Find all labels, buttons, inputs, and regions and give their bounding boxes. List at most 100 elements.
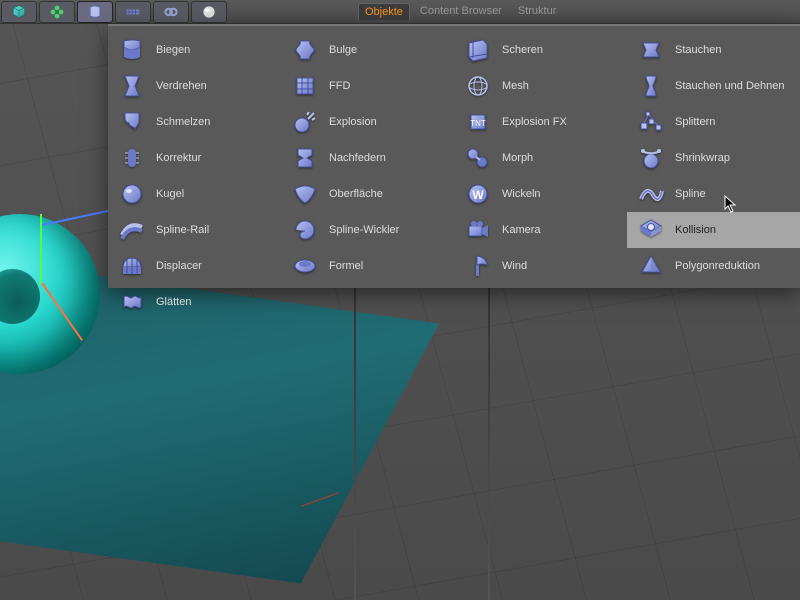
- menu-item-nachfedern[interactable]: Nachfedern: [281, 140, 454, 176]
- kugel-icon: [118, 180, 146, 208]
- menu-item-kamera[interactable]: Kamera: [454, 212, 627, 248]
- mesh-icon: [464, 72, 492, 100]
- menu-item-korrektur[interactable]: Korrektur: [108, 140, 281, 176]
- menu-item-morph[interactable]: Morph: [454, 140, 627, 176]
- kamera-icon: [464, 216, 492, 244]
- menu-item-label: Explosion: [329, 116, 377, 128]
- menu-item-label: Kamera: [502, 224, 541, 236]
- menu-item-spline-rail[interactable]: Spline-Rail: [108, 212, 281, 248]
- menu-item-label: Spline-Wickler: [329, 224, 399, 236]
- stauchen-und-dehnen-icon: [637, 72, 665, 100]
- menu-item-spline-wickler[interactable]: Spline-Wickler: [281, 212, 454, 248]
- menu-item-label: Stauchen: [675, 44, 721, 56]
- menu-item-oberflaeche[interactable]: Oberfläche: [281, 176, 454, 212]
- menu-item-kollision[interactable]: Kollision: [627, 212, 800, 248]
- menu-item-label: Formel: [329, 260, 363, 272]
- menu-item-polygonreduktion[interactable]: Polygonreduktion: [627, 248, 800, 284]
- menu-item-stauchen[interactable]: Stauchen: [627, 32, 800, 68]
- menu-col-1: Biegen Verdrehen Schmelzen Korrektur Kugel Sp…: [108, 32, 281, 320]
- flower-tool-button[interactable]: [39, 1, 75, 23]
- menu-item-label: Schmelzen: [156, 116, 210, 128]
- svg-text:W: W: [472, 188, 484, 202]
- polygonreduktion-icon: [637, 252, 665, 280]
- explosion-icon: [291, 108, 319, 136]
- pattern-tool-button[interactable]: [115, 1, 151, 23]
- menu-item-verdrehen[interactable]: Verdrehen: [108, 68, 281, 104]
- menu-item-wind[interactable]: Wind: [454, 248, 627, 284]
- menu-item-formel[interactable]: Formel: [281, 248, 454, 284]
- panel-divider[interactable]: [488, 288, 490, 600]
- menu-item-label: Scheren: [502, 44, 543, 56]
- menu-item-mesh[interactable]: Mesh: [454, 68, 627, 104]
- splittern-icon: [637, 108, 665, 136]
- stauchen-icon: [637, 36, 665, 64]
- menu-item-displacer[interactable]: Displacer: [108, 248, 281, 284]
- schmelzen-icon: [118, 108, 146, 136]
- menu-col-4: Stauchen Stauchen und Dehnen Splittern Shri…: [627, 32, 800, 320]
- menu-item-label: Verdrehen: [156, 80, 207, 92]
- bulge-icon: [291, 36, 319, 64]
- menu-item-ffd[interactable]: FFD: [281, 68, 454, 104]
- deformer-tool-button[interactable]: [77, 1, 113, 23]
- menu-item-label: Glätten: [156, 296, 191, 308]
- axis-z-icon[interactable]: [42, 209, 111, 226]
- menu-item-label: Wind: [502, 260, 527, 272]
- menu-item-label: Stauchen und Dehnen: [675, 80, 784, 92]
- oberflaeche-icon: [291, 180, 319, 208]
- menu-item-splittern[interactable]: Splittern: [627, 104, 800, 140]
- menu-item-label: Displacer: [156, 260, 202, 272]
- menu-item-glaetten[interactable]: Glätten: [108, 284, 281, 320]
- menu-item-label: Oberfläche: [329, 188, 383, 200]
- menu-item-label: Splittern: [675, 116, 715, 128]
- morph-icon: [464, 144, 492, 172]
- menu-item-label: FFD: [329, 80, 350, 92]
- menu-item-label: Morph: [502, 152, 533, 164]
- menu-item-bulge[interactable]: Bulge: [281, 32, 454, 68]
- menu-item-label: Polygonreduktion: [675, 260, 760, 272]
- sphere-tool-button[interactable]: [191, 1, 227, 23]
- menu-item-scheren[interactable]: Scheren: [454, 32, 627, 68]
- wickeln-icon: W: [464, 180, 492, 208]
- menu-item-schmelzen[interactable]: Schmelzen: [108, 104, 281, 140]
- menu-item-label: Nachfedern: [329, 152, 386, 164]
- menu-item-explosion[interactable]: Explosion: [281, 104, 454, 140]
- menu-item-label: Spline-Rail: [156, 224, 209, 236]
- menu-item-stauchen-und-dehnen[interactable]: Stauchen und Dehnen: [627, 68, 800, 104]
- menu-item-label: Korrektur: [156, 152, 201, 164]
- menu-item-label: Kollision: [675, 224, 716, 236]
- formel-icon: [291, 252, 319, 280]
- cube-tool-button[interactable]: [1, 1, 37, 23]
- menu-item-kugel[interactable]: Kugel: [108, 176, 281, 212]
- menu-item-label: Spline: [675, 188, 706, 200]
- wind-icon: [464, 252, 492, 280]
- spline-icon: [637, 180, 665, 208]
- chain-tool-button[interactable]: [153, 1, 189, 23]
- menu-item-shrinkwrap[interactable]: Shrinkwrap: [627, 140, 800, 176]
- menu-item-spline[interactable]: Spline: [627, 176, 800, 212]
- nachfedern-icon: [291, 144, 319, 172]
- menu-item-biegen[interactable]: Biegen: [108, 32, 281, 68]
- deformer-dropdown: Biegen Verdrehen Schmelzen Korrektur Kugel Sp…: [108, 24, 800, 288]
- panel-divider[interactable]: [354, 288, 356, 600]
- verdrehen-icon: [118, 72, 146, 100]
- tab-objekte[interactable]: Objekte: [358, 3, 410, 20]
- korrektur-icon: [118, 144, 146, 172]
- menu-item-explosion-fx[interactable]: TNTExplosion FX: [454, 104, 627, 140]
- menu-col-2: Bulge FFD Explosion Nachfedern Oberfläche Spl…: [281, 32, 454, 320]
- kollision-icon: [637, 216, 665, 244]
- scheren-icon: [464, 36, 492, 64]
- biegen-icon: [118, 36, 146, 64]
- top-tabs: Objekte Content Browser Struktur: [358, 0, 562, 22]
- glaetten-icon: [118, 288, 146, 316]
- shrinkwrap-icon: [637, 144, 665, 172]
- tab-content-browser[interactable]: Content Browser: [414, 3, 508, 19]
- menu-col-3: Scheren Mesh TNTExplosion FX Morph W Wickeln K…: [454, 32, 627, 320]
- menu-item-label: Wickeln: [502, 188, 541, 200]
- tab-struktur[interactable]: Struktur: [512, 3, 563, 19]
- spline-wickler-icon: [291, 216, 319, 244]
- ffd-icon: [291, 72, 319, 100]
- menu-item-wickeln[interactable]: W Wickeln: [454, 176, 627, 212]
- menu-item-label: Mesh: [502, 80, 529, 92]
- spline-rail-icon: [118, 216, 146, 244]
- displacer-icon: [118, 252, 146, 280]
